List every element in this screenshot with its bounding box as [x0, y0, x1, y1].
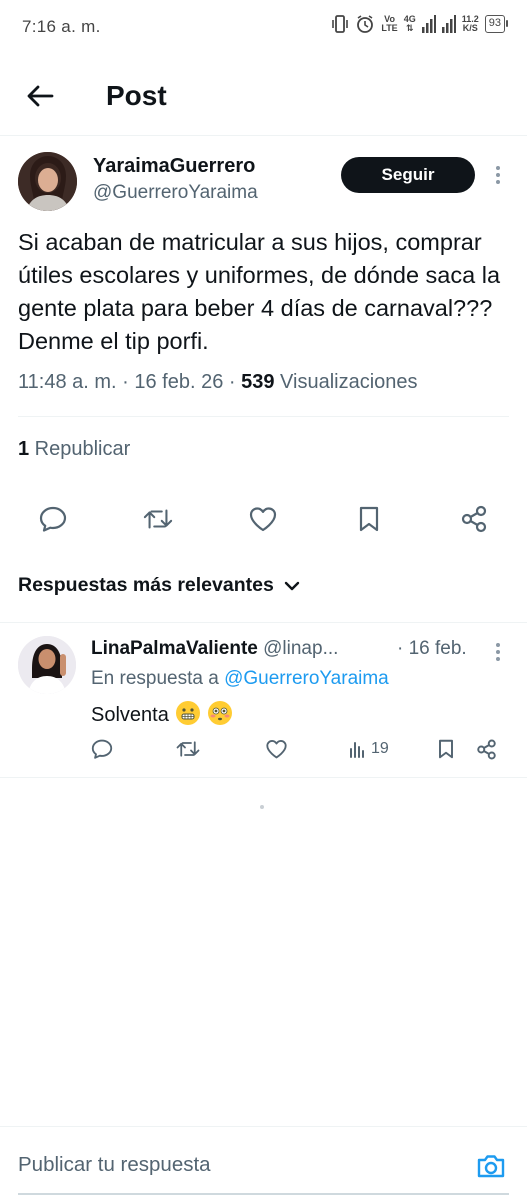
page-title: Post [106, 80, 167, 111]
reply-bookmark-button[interactable] [437, 737, 455, 761]
status-bar: 7:16 a. m. Vo LTE 4G ⇅ 11.2 K/S 93 [0, 0, 527, 54]
repost-button[interactable] [143, 504, 173, 534]
reply-item[interactable]: LinaPalmaValiente @linap... · 16 feb. En… [0, 622, 527, 778]
in-reply-to: En respuesta a @GuerreroYaraima [91, 668, 389, 689]
vibrate-icon [332, 15, 349, 33]
volte-indicator: Vo LTE [381, 14, 398, 33]
avatar[interactable] [18, 152, 77, 211]
reply-input[interactable]: Publicar tu respuesta [18, 1153, 211, 1177]
reply-button[interactable] [38, 504, 68, 534]
reply-avatar[interactable] [18, 636, 76, 694]
views-label: Visualizaciones [274, 371, 418, 393]
replies-sort-label: Respuestas más relevantes [18, 574, 274, 596]
author-handle[interactable]: @GuerreroYaraima [93, 182, 258, 204]
follow-button[interactable]: Seguir [341, 157, 475, 193]
post-metadata: 11:48 a. m. · 16 feb. 26 · 539 Visualiza… [18, 371, 418, 394]
more-vertical-icon [496, 166, 500, 184]
reply-reply-button[interactable] [91, 737, 113, 761]
network-speed: 11.2 K/S [461, 14, 479, 33]
top-bar: Post [0, 54, 527, 136]
reply-repost-button[interactable] [176, 737, 200, 761]
reply-views-button[interactable]: 19 [349, 737, 389, 761]
share-icon [477, 739, 496, 759]
post-actions [0, 498, 527, 538]
views-count: 539 [241, 371, 275, 393]
reply-header: LinaPalmaValiente @linap... [91, 638, 338, 660]
arrow-left-icon [27, 85, 54, 107]
signal-icon [421, 15, 436, 33]
more-options-button[interactable] [488, 163, 508, 187]
reply-actions: 19 [0, 737, 527, 763]
reply-author-handle[interactable]: @linap... [258, 638, 338, 659]
divider [18, 416, 509, 417]
share-button[interactable] [459, 504, 489, 534]
like-icon [249, 507, 277, 532]
reply-icon [91, 739, 113, 759]
status-icons: Vo LTE 4G ⇅ 11.2 K/S 93 [331, 14, 509, 34]
like-button[interactable] [248, 504, 278, 534]
back-button[interactable] [22, 78, 58, 114]
reply-text: Solventa [91, 701, 232, 727]
reply-share-button[interactable] [476, 737, 497, 761]
camera-icon [477, 1155, 505, 1178]
repost-icon [143, 509, 173, 529]
reply-more-options-button[interactable] [488, 641, 508, 663]
reposts-summary[interactable]: 1 Republicar [18, 438, 130, 461]
more-vertical-icon [496, 643, 500, 661]
bookmark-button[interactable] [354, 504, 384, 534]
chevron-down-icon [284, 581, 300, 590]
battery-indicator: 93 [484, 15, 509, 33]
compose-bar: Publicar tu respuesta [0, 1126, 527, 1200]
repost-icon [176, 741, 200, 757]
bookmark-icon [439, 739, 453, 759]
reply-date: · 16 feb. [397, 638, 467, 659]
post-text: Si acaban de matricular a sus hijos, com… [18, 229, 501, 354]
reposts-label: Republicar [29, 438, 131, 460]
signal-icon-2 [441, 15, 456, 33]
bookmark-icon [359, 506, 379, 532]
alarm-icon [357, 15, 374, 33]
reply-author-name[interactable]: LinaPalmaValiente [91, 638, 258, 659]
flushed-face-emoji [207, 701, 232, 725]
compose-underline [18, 1193, 509, 1195]
author-name[interactable]: YaraimaGuerrero [93, 155, 255, 178]
loading-indicator [260, 805, 264, 809]
reply-like-button[interactable] [265, 737, 288, 761]
status-time: 7:16 a. m. [22, 17, 101, 36]
camera-button[interactable] [474, 1151, 508, 1181]
views-chart-icon [350, 742, 364, 758]
like-icon [266, 740, 287, 759]
post-timestamp: 11:48 a. m. · 16 feb. 26 · [18, 371, 242, 393]
reposts-count: 1 [18, 438, 30, 460]
reply-views-count: 19 [371, 740, 389, 757]
in-reply-to-link[interactable]: @GuerreroYaraima [224, 668, 389, 689]
network-type: 4G ⇅ [403, 14, 416, 33]
replies-sort-dropdown[interactable]: Respuestas más relevantes [18, 574, 300, 597]
reply-icon [39, 506, 67, 532]
grimacing-face-emoji [176, 701, 201, 725]
share-icon [461, 505, 487, 533]
